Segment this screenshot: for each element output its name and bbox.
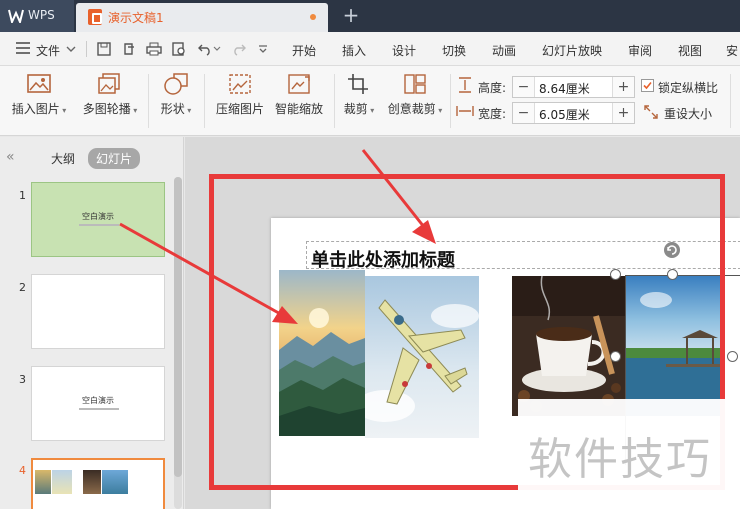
watermark-panel: 软件技巧: [518, 399, 740, 509]
watermark-text: 软件技巧: [528, 434, 712, 485]
